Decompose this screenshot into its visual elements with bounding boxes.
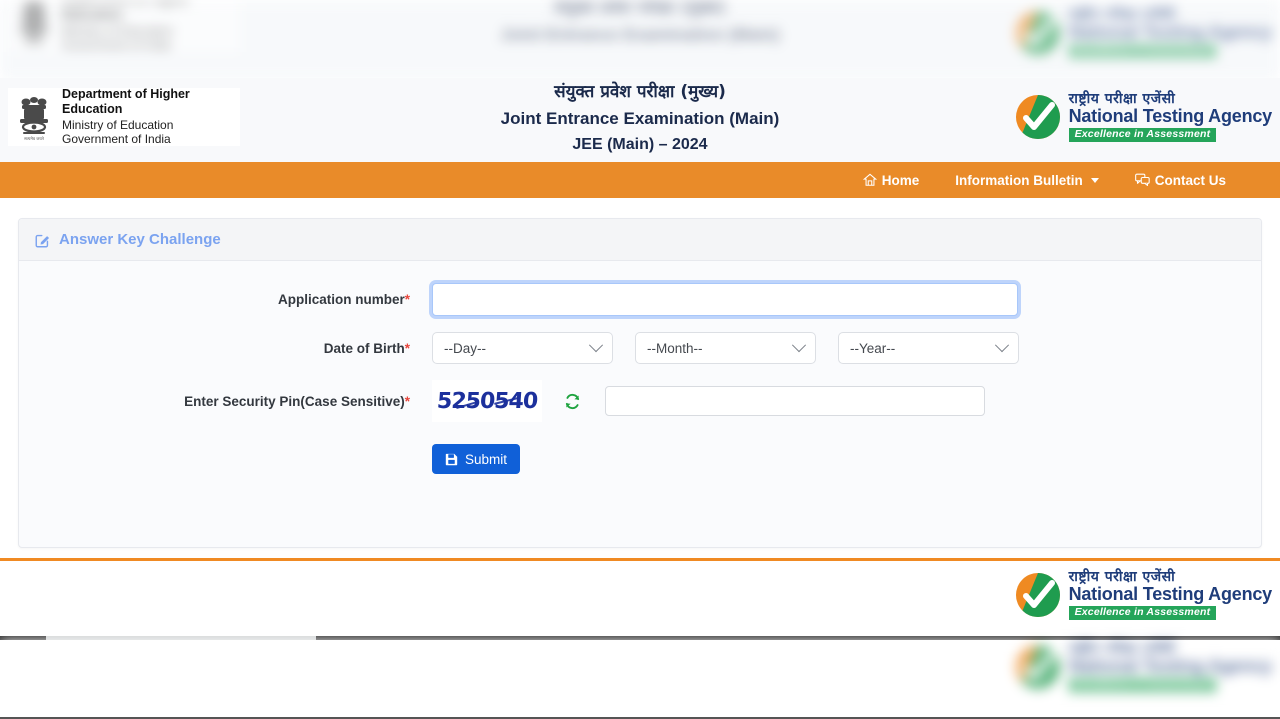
- chevron-down-icon: [588, 338, 604, 353]
- home-icon: [862, 173, 877, 186]
- nta-footer-hindi: राष्ट्रीय परीक्षा एजेंसी: [1068, 569, 1176, 585]
- submit-button[interactable]: Submit: [432, 444, 521, 474]
- dob-day-value: --Day--: [444, 340, 486, 356]
- government-emblem-block: सत्यमेव जयते Department of Higher Educat…: [8, 87, 240, 147]
- nta-logo-english: National Testing Agency: [1068, 105, 1273, 126]
- card-header-title: Answer Key Challenge: [59, 231, 221, 248]
- main-navbar: Home Information Bulletin Contact Us: [0, 162, 1280, 198]
- emblem-line-1: Department of Higher Education: [62, 87, 190, 117]
- nav-item-information-bulletin[interactable]: Information Bulletin: [937, 173, 1117, 188]
- nta-logo-header: राष्ट्रीय परीक्षा एजेंसी National Testin…: [1014, 91, 1273, 143]
- nta-footer-tagline: Excellence in Assessment: [1068, 606, 1217, 621]
- captcha-refresh-button[interactable]: [564, 393, 581, 410]
- chevron-down-icon: [791, 338, 807, 353]
- site-footer: राष्ट्रीय परीक्षा एजेंसी National Testin…: [0, 558, 1280, 640]
- nta-checkmark-logo-icon: [1015, 573, 1060, 618]
- application-number-label: Application number*: [277, 292, 410, 307]
- captcha-image: 5250540: [432, 380, 542, 422]
- chevron-down-icon: [1090, 177, 1099, 183]
- nav-item-information-bulletin-label: Information Bulletin: [955, 172, 1083, 188]
- dob-day-select[interactable]: --Day--: [432, 332, 613, 364]
- form-row-application-number: Application number*: [19, 283, 1261, 316]
- required-asterisk: *: [404, 393, 410, 409]
- emblem-line-2: Ministry of Education: [62, 117, 174, 132]
- svg-text:सत्यमेव जयते: सत्यमेव जयते: [24, 136, 44, 141]
- submit-button-label: Submit: [465, 451, 508, 467]
- page-body: Answer Key Challenge Application number*…: [0, 198, 1280, 558]
- security-pin-input[interactable]: [605, 386, 985, 416]
- dob-year-select[interactable]: --Year--: [838, 332, 1019, 364]
- required-asterisk: *: [404, 340, 410, 356]
- nav-item-contact-us-label: Contact Us: [1154, 172, 1226, 188]
- blurred-top-bleed: Department of Higher Education Ministry …: [0, 0, 1280, 80]
- ashoka-emblem-icon: सत्यमेव जयते: [20, 97, 48, 141]
- nta-logo-hindi: राष्ट्रीय परीक्षा एजेंसी: [1068, 91, 1176, 107]
- ashoka-emblem-icon: [20, 1, 48, 44]
- security-pin-label: Enter Security Pin(Case Sensitive)*: [184, 393, 410, 409]
- form-row-submit: Submit: [19, 444, 1261, 474]
- edit-square-icon: [35, 234, 50, 247]
- dob-year-value: --Year--: [850, 340, 896, 356]
- answer-key-challenge-form: Application number* Date of Birth* --Day…: [19, 261, 1261, 474]
- nta-logo-tagline: Excellence in Assessment: [1068, 128, 1217, 143]
- save-icon: [445, 453, 458, 465]
- nta-checkmark-logo-icon: [1015, 95, 1060, 140]
- horizontal-scrollbar-thumb-right[interactable]: [316, 636, 1280, 640]
- nta-checkmark-logo-icon: [1015, 11, 1060, 56]
- date-of-birth-label: Date of Birth*: [323, 340, 410, 356]
- nta-checkmark-logo-icon: [1015, 645, 1060, 690]
- emblem-line-3: Government of India: [62, 132, 171, 147]
- form-row-date-of-birth: Date of Birth* --Day-- --Month-- --Year-…: [19, 332, 1261, 364]
- chat-icon: [1134, 173, 1150, 187]
- nav-item-home-label: Home: [881, 172, 920, 188]
- blurred-bottom-bleed: राष्ट्रीय परीक्षा एजेंसी National Testin…: [0, 640, 1280, 719]
- dob-month-select[interactable]: --Month--: [635, 332, 816, 364]
- nav-item-home[interactable]: Home: [845, 173, 938, 188]
- form-row-security-pin: Enter Security Pin(Case Sensitive)* 5250…: [19, 380, 1261, 422]
- chevron-down-icon: [994, 338, 1010, 353]
- horizontal-scrollbar-thumb-left[interactable]: [0, 636, 46, 640]
- nta-logo-footer: राष्ट्रीय परीक्षा एजेंसी National Testin…: [1014, 569, 1273, 621]
- application-number-input[interactable]: [432, 283, 1018, 316]
- required-asterisk: *: [404, 292, 410, 307]
- card-header: Answer Key Challenge: [19, 219, 1261, 261]
- nta-footer-english: National Testing Agency: [1068, 583, 1273, 604]
- dob-month-value: --Month--: [647, 340, 703, 356]
- captcha-text: 5250540: [436, 388, 538, 414]
- nav-item-contact-us[interactable]: Contact Us: [1117, 173, 1244, 188]
- refresh-icon: [565, 393, 580, 409]
- answer-key-challenge-card: Answer Key Challenge Application number*…: [18, 218, 1262, 548]
